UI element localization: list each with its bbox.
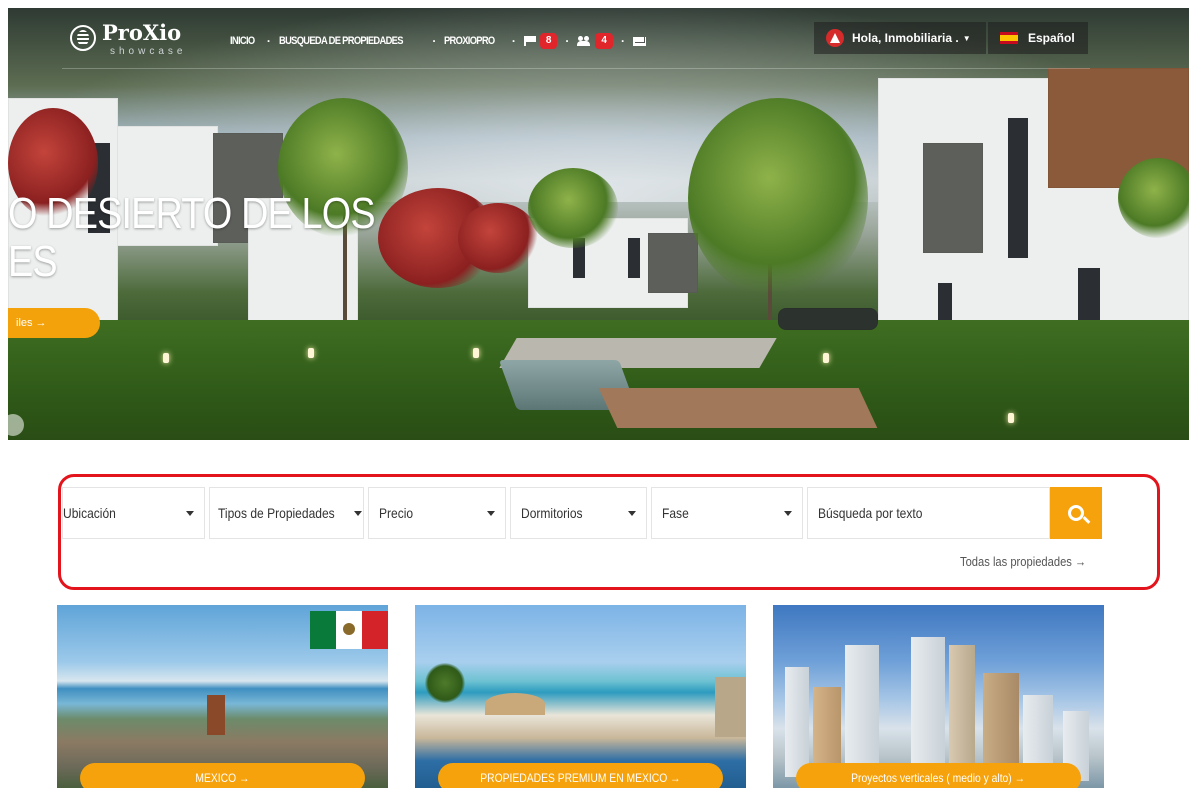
hero-lamp [163,353,169,363]
hero-title-line1: O DESIERTO DE LOS [8,189,376,238]
language-selector[interactable]: Español [988,22,1088,54]
nav-item-inicio[interactable]: INICIO [230,35,255,47]
main-menu: INICIO · BUSQUEDA DE PROPIEDADES · PROXI… [230,33,646,49]
hero-building [648,233,698,293]
card-mexico-button[interactable]: MEXICO → [80,763,365,788]
card-image [415,605,746,788]
hero-tree [528,168,618,248]
text-search-input[interactable] [818,505,1008,521]
card-image-detail [485,693,545,715]
users-icon[interactable] [577,36,591,46]
flag-badge: 8 [539,33,558,49]
nav-separator: · [565,34,570,48]
card-vertical[interactable]: Proyectos verticales ( medio y alto) → [773,605,1104,788]
hero-deck [598,388,878,428]
users-badge: 4 [595,33,613,49]
hero-title-line2: ES [8,237,58,286]
site-logo[interactable]: ProXio showcase [70,20,182,57]
logo-subtitle: showcase [110,46,187,57]
location-select-label: Ubicación [63,505,116,521]
card-mexico-label: MEXICO → [195,771,250,785]
hero-window [628,238,640,278]
hero-tree [688,98,868,298]
hero-title: O DESIERTO DE LOS ES [8,189,376,286]
nav-item-busqueda[interactable]: BUSQUEDA DE PROPIEDADES [279,35,403,47]
card-premium[interactable]: PROPIEDADES PREMIUM EN MEXICO → [415,605,746,788]
card-image-detail [845,645,879,780]
card-image-detail [785,667,809,777]
all-properties-link[interactable]: Todas las propiedades → [960,554,1086,569]
mexico-flag-icon [310,611,388,649]
card-premium-label: PROPIEDADES PREMIUM EN MEXICO → [480,771,681,785]
location-select[interactable]: Ubicación [62,487,205,539]
mail-icon[interactable] [632,36,646,46]
property-type-select-label: Tipos de Propiedades [218,505,335,521]
user-greeting: Hola, Inmobiliaria . [852,31,959,45]
nav-separator: · [620,34,625,48]
logo-text: ProXio [102,20,182,45]
phase-select[interactable]: Fase [651,487,803,539]
nav-separator: · [266,34,271,48]
nav-separator: · [511,34,516,48]
page: O DESIERTO DE LOS ES iles → ProXio showc… [0,0,1191,788]
card-premium-button[interactable]: PROPIEDADES PREMIUM EN MEXICO → [438,763,723,788]
chevron-down-icon: ▼ [962,33,971,43]
nav-divider [62,68,1090,69]
card-vertical-label: Proyectos verticales ( medio y alto) → [851,771,1026,785]
flag-icon[interactable] [523,36,536,46]
hero-window [1008,118,1028,258]
card-image-detail [715,677,746,737]
card-image-detail [425,663,465,703]
language-label: Español [1028,31,1075,45]
hero-building [923,143,983,253]
user-avatar-icon [826,29,844,47]
user-menu[interactable]: Hola, Inmobiliaria . ▼ [814,22,986,54]
chevron-down-icon [186,510,194,516]
nav-item-proxiopro[interactable]: PROXIOPRO [444,35,495,47]
text-search-field[interactable] [807,487,1050,539]
hero-tree [458,203,538,273]
hero-car [778,308,878,330]
hero-lamp [823,353,829,363]
chevron-down-icon [353,510,362,516]
chevron-down-icon [487,510,495,516]
hero-lamp [473,348,479,358]
search-button[interactable] [1050,487,1102,539]
card-mexico[interactable]: MEXICO → [57,605,388,788]
spain-flag-icon [1000,32,1018,44]
price-select-label: Precio [379,505,414,521]
logo-icon [70,25,96,51]
phase-select-label: Fase [662,505,689,521]
hero-banner: O DESIERTO DE LOS ES iles → [8,8,1189,440]
card-image-detail [949,645,975,780]
property-type-select[interactable]: Tipos de Propiedades [209,487,364,539]
hero-lamp [1008,413,1014,423]
hero-details-button[interactable]: iles → [8,308,100,338]
card-image-detail [207,695,225,735]
hero-lamp [308,348,314,358]
search-bar: Ubicación Tipos de Propiedades Precio Do… [62,487,1102,539]
search-icon [1068,505,1084,521]
bedrooms-select[interactable]: Dormitorios [510,487,647,539]
hero-tree [1118,158,1189,238]
chevron-down-icon [628,510,636,516]
nav-separator: · [432,34,437,48]
bedrooms-select-label: Dormitorios [521,505,583,521]
price-select[interactable]: Precio [368,487,506,539]
card-image-detail [911,637,945,782]
chevron-down-icon [784,510,792,516]
card-vertical-button[interactable]: Proyectos verticales ( medio y alto) → [796,763,1081,788]
